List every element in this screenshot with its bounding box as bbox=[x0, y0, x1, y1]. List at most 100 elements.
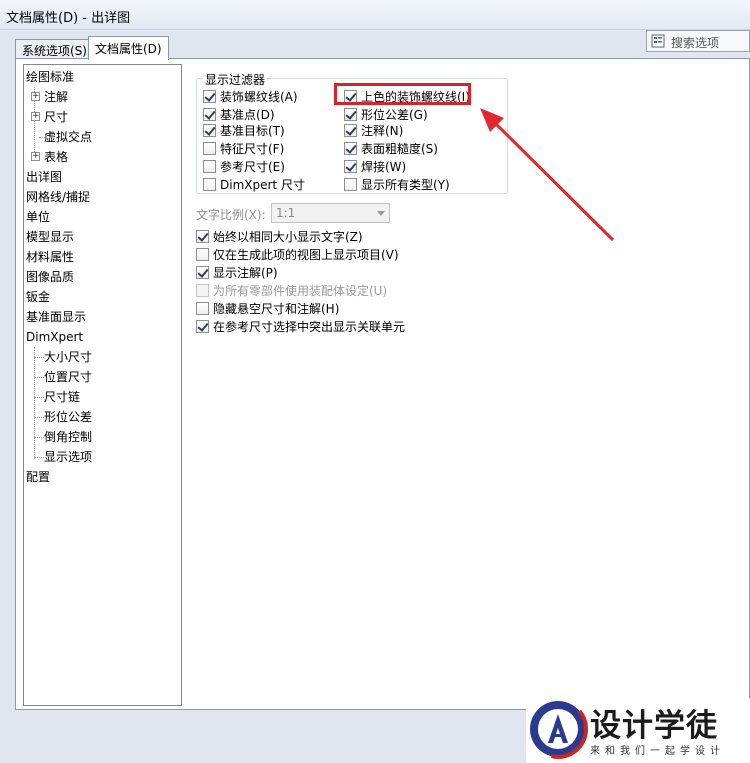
checkbox-unchecked[interactable] bbox=[203, 159, 216, 173]
tree-item-location-dimension[interactable]: 位置尺寸 bbox=[44, 368, 92, 386]
checkbox-checked[interactable] bbox=[196, 319, 209, 333]
window-title: 文档属性(D) - 出详图 bbox=[6, 11, 131, 26]
checkbox-label: 基准目标(T) bbox=[220, 123, 285, 138]
checkbox-checked[interactable] bbox=[344, 141, 357, 155]
text-scale-combo: 1:1 bbox=[271, 203, 390, 223]
checkbox-disabled bbox=[196, 283, 209, 297]
filter-notes[interactable]: 注释(N) bbox=[344, 122, 403, 138]
title-bar: 文档属性(D) - 出详图 bbox=[0, 0, 750, 30]
checkbox-unchecked[interactable] bbox=[196, 301, 209, 315]
checkbox-label: 在参考尺寸选择中突出显示关联单元 bbox=[213, 319, 406, 334]
checkbox-checked[interactable] bbox=[203, 123, 216, 137]
tree-item-label: 表格 bbox=[44, 150, 69, 164]
tree-item-dimensions[interactable]: + 尺寸 bbox=[26, 108, 176, 126]
text-scale-label: 文字比例(X): bbox=[196, 208, 266, 222]
tree-connector bbox=[34, 457, 44, 458]
annotation-arrow-icon bbox=[480, 108, 615, 242]
checkbox-checked[interactable] bbox=[203, 107, 216, 121]
tree-item-chain-dimension[interactable]: 尺寸链 bbox=[44, 388, 80, 406]
checkbox-label: 基准点(D) bbox=[220, 107, 275, 122]
checkbox-label: 参考尺寸(E) bbox=[220, 159, 285, 174]
tab-system-options[interactable]: 系统选项(S) bbox=[15, 39, 94, 59]
checkbox-label: 焊接(W) bbox=[361, 159, 407, 174]
tree-connector bbox=[34, 417, 44, 418]
checkbox-label: 为所有零部件使用装配体设定(U) bbox=[213, 283, 388, 298]
watermark-brand: 设计学徒 bbox=[590, 708, 718, 744]
checkbox-label: DimXpert 尺寸 bbox=[220, 177, 305, 192]
option-same-size-text[interactable]: 始终以相同大小显示文字(Z) bbox=[196, 228, 363, 244]
checkbox-label: 特征尺寸(F) bbox=[220, 141, 285, 156]
option-highlight-associated[interactable]: 在参考尺寸选择中突出显示关联单元 bbox=[196, 318, 405, 334]
tree-item-detailing[interactable]: 出详图 bbox=[26, 168, 62, 186]
tree-item-material-properties[interactable]: 材料属性 bbox=[26, 248, 74, 266]
checkbox-unchecked[interactable] bbox=[203, 177, 216, 191]
checkbox-checked[interactable] bbox=[344, 159, 357, 173]
checkbox-label: 注释(N) bbox=[361, 123, 404, 138]
options-tree[interactable]: 绘图标准 + 注解 + 尺寸 虚拟交点 + 表格 出详图 网格线/捕捉 单位 模… bbox=[23, 64, 182, 706]
checkbox-label: 仅在生成此项的视图上显示项目(V) bbox=[213, 247, 399, 262]
checkbox-label: 隐藏悬空尺寸和注解(H) bbox=[213, 301, 340, 316]
watermark: 设计学徒 来和我们一起学设计 bbox=[526, 698, 750, 763]
expand-plus-icon[interactable]: + bbox=[31, 112, 40, 121]
tree-connector bbox=[34, 397, 44, 398]
tree-item-model-display[interactable]: 模型显示 bbox=[26, 228, 74, 246]
checkbox-checked[interactable] bbox=[344, 123, 357, 137]
tree-item-configurations[interactable]: 配置 bbox=[26, 468, 50, 486]
filter-datum-point[interactable]: 基准点(D) bbox=[203, 106, 275, 122]
search-options-placeholder: 搜索选项 bbox=[671, 36, 720, 50]
tree-item-units[interactable]: 单位 bbox=[26, 208, 50, 226]
tree-item-dimxpert[interactable]: DimXpert bbox=[26, 328, 83, 346]
tree-item-label: 尺寸 bbox=[44, 110, 69, 124]
checkbox-checked[interactable] bbox=[203, 89, 216, 103]
checkbox-label: 形位公差(G) bbox=[361, 107, 428, 122]
tree-item-image-quality[interactable]: 图像品质 bbox=[26, 268, 74, 286]
filter-show-all-types[interactable]: 显示所有类型(Y) bbox=[344, 176, 450, 192]
checkbox-label: 始终以相同大小显示文字(Z) bbox=[213, 229, 363, 244]
checkbox-unchecked[interactable] bbox=[344, 177, 357, 191]
tree-item-size-dimension[interactable]: 大小尺寸 bbox=[44, 348, 92, 366]
option-hide-dangling[interactable]: 隐藏悬空尺寸和注解(H) bbox=[196, 300, 339, 316]
filter-feature-dimension[interactable]: 特征尺寸(F) bbox=[203, 140, 284, 156]
annotation-highlight-box bbox=[334, 83, 471, 105]
tree-item-drafting-standard[interactable]: 绘图标准 bbox=[26, 68, 74, 86]
checkbox-label: 表面粗糙度(S) bbox=[361, 141, 438, 156]
checkbox-label: 显示所有类型(Y) bbox=[361, 177, 450, 192]
filter-reference-dimension[interactable]: 参考尺寸(E) bbox=[203, 158, 285, 174]
filter-datum-target[interactable]: 基准目标(T) bbox=[203, 122, 285, 138]
option-display-items-only-in-view[interactable]: 仅在生成此项的视图上显示项目(V) bbox=[196, 246, 399, 262]
tab-document-properties[interactable]: 文档属性(D) bbox=[88, 36, 169, 60]
tree-item-virtual-sharps[interactable]: 虚拟交点 bbox=[44, 128, 92, 146]
filter-welds[interactable]: 焊接(W) bbox=[344, 158, 406, 174]
tree-item-label: 注解 bbox=[44, 90, 69, 104]
tree-item-annotations[interactable]: + 注解 bbox=[26, 88, 176, 106]
expand-plus-icon[interactable]: + bbox=[31, 152, 40, 161]
tree-item-tables[interactable]: + 表格 bbox=[26, 148, 176, 166]
checkbox-unchecked[interactable] bbox=[203, 141, 216, 155]
tree-item-display-options[interactable]: 显示选项 bbox=[44, 448, 92, 466]
tree-item-grid-snap[interactable]: 网格线/捕捉 bbox=[26, 188, 90, 206]
checkbox-label: 显示注解(P) bbox=[213, 265, 278, 280]
expand-plus-icon[interactable]: + bbox=[31, 92, 40, 101]
filter-cosmetic-thread[interactable]: 装饰螺纹线(A) bbox=[203, 88, 298, 104]
checkbox-checked[interactable] bbox=[344, 107, 357, 121]
tree-item-sheet-metal[interactable]: 钣金 bbox=[26, 288, 50, 306]
filter-dimxpert-dimension[interactable]: DimXpert 尺寸 bbox=[203, 176, 305, 192]
filter-surface-finish[interactable]: 表面粗糙度(S) bbox=[344, 140, 438, 156]
search-options-icon bbox=[651, 34, 665, 48]
tree-item-chamfer-controls[interactable]: 倒角控制 bbox=[44, 428, 92, 446]
chevron-down-icon bbox=[377, 211, 385, 216]
option-use-assembly-setting: 为所有零部件使用装配体设定(U) bbox=[196, 282, 387, 298]
tree-connector bbox=[34, 377, 44, 378]
filter-geometric-tolerance[interactable]: 形位公差(G) bbox=[344, 106, 428, 122]
search-options-box[interactable]: 搜索选项 bbox=[646, 30, 750, 52]
checkbox-unchecked[interactable] bbox=[196, 247, 209, 261]
watermark-slogan: 来和我们一起学设计 bbox=[590, 746, 725, 757]
display-filter-title: 显示过滤器 bbox=[203, 71, 268, 88]
tree-item-plane-display[interactable]: 基准面显示 bbox=[26, 308, 86, 326]
option-display-annotations[interactable]: 显示注解(P) bbox=[196, 264, 278, 280]
tree-item-geometric-tolerance[interactable]: 形位公差 bbox=[44, 408, 92, 426]
checkbox-checked[interactable] bbox=[196, 229, 209, 243]
tree-connector bbox=[34, 437, 44, 438]
checkbox-checked[interactable] bbox=[196, 265, 209, 279]
tree-connector bbox=[34, 357, 44, 358]
